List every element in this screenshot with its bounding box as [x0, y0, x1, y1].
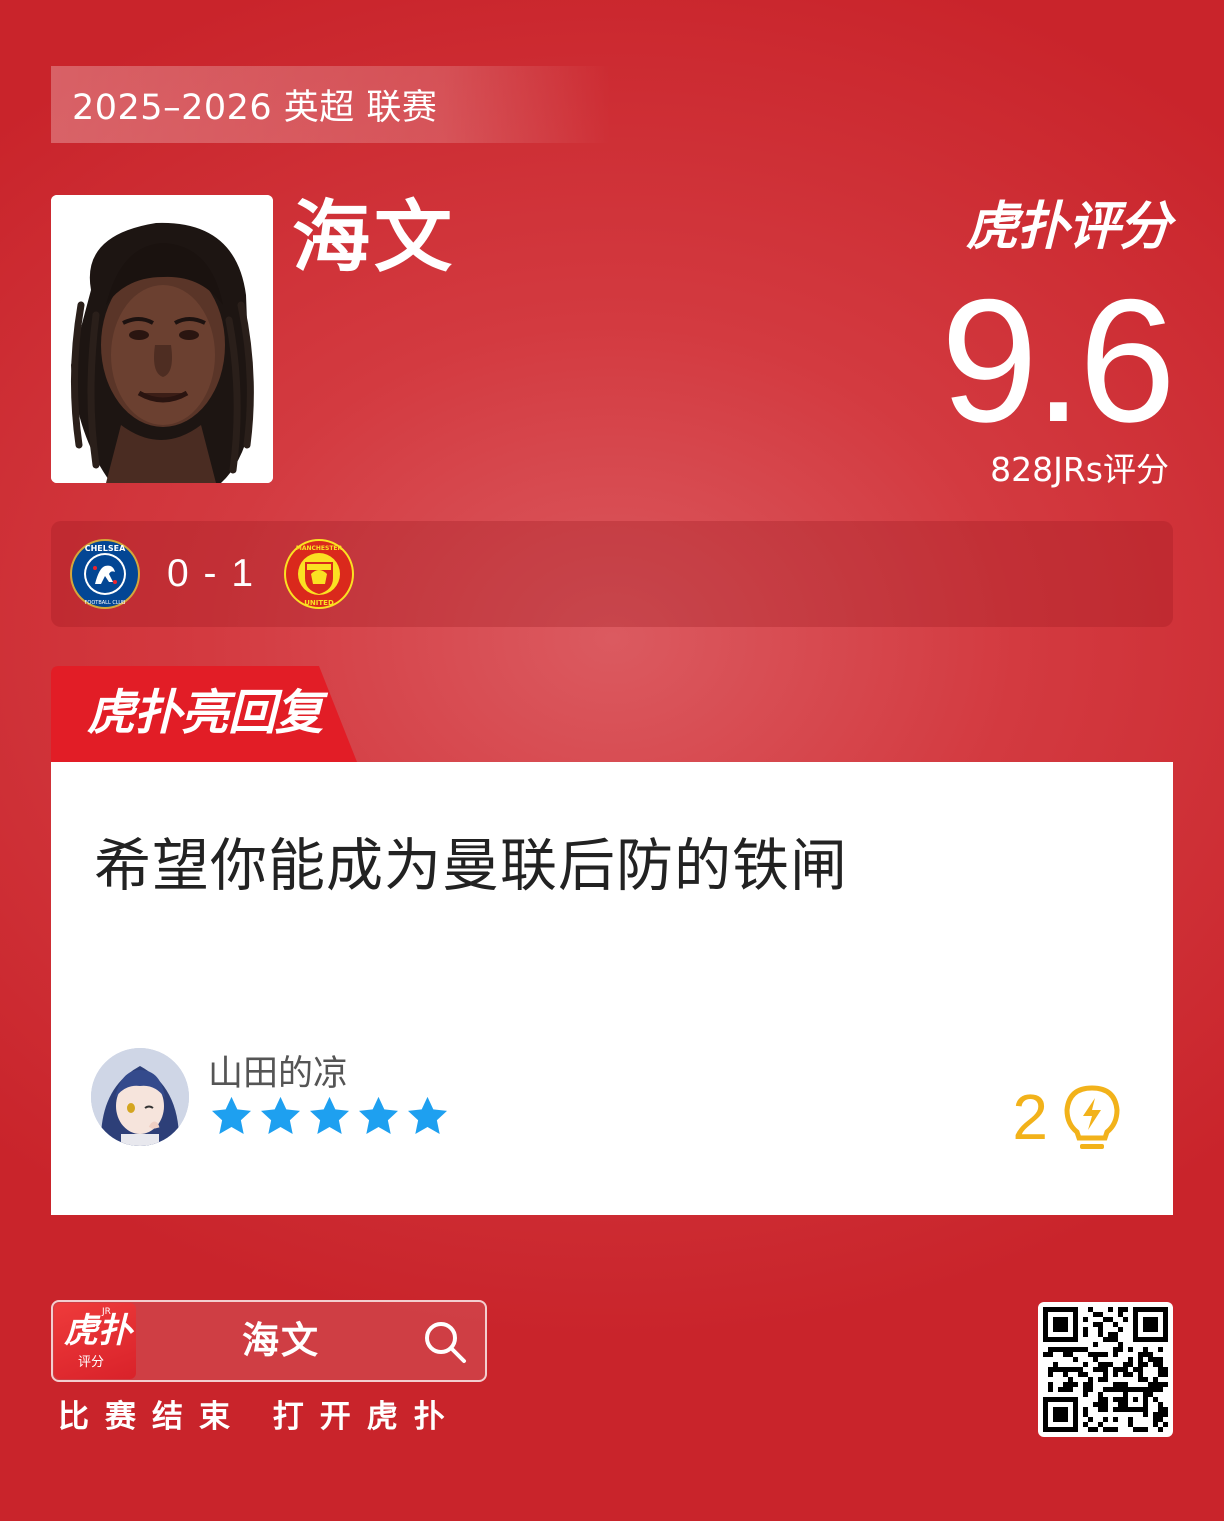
- chelsea-badge-icon: CHELSEA FOOTBALL CLUB: [70, 539, 140, 609]
- player-name: 海文: [292, 193, 457, 283]
- star-icon: [359, 1096, 398, 1134]
- username[interactable]: 山田的凉: [208, 1052, 348, 1096]
- hot-reply-label: 虎扑亮回复: [87, 685, 323, 741]
- search-icon[interactable]: [421, 1318, 469, 1366]
- match-result-bar[interactable]: CHELSEA FOOTBALL CLUB 0 - 1 MANCHESTER U…: [51, 521, 1173, 627]
- star-icon: [408, 1096, 447, 1134]
- app-icon-sub-text: 评分: [78, 1355, 105, 1370]
- mu-badge-text-top: MANCHESTER: [296, 545, 343, 552]
- hot-reply-tab: 虎扑亮回复: [51, 666, 357, 762]
- manchester-united-badge-icon: MANCHESTER UNITED: [284, 539, 355, 609]
- qr-code-icon: [1043, 1307, 1168, 1432]
- app-icon-mark: JR: [102, 1307, 111, 1317]
- player-portrait-icon: [51, 195, 273, 483]
- like-count: 2: [1012, 1081, 1048, 1153]
- star-icon: [310, 1096, 349, 1134]
- mu-badge-text-bottom: UNITED: [304, 599, 334, 607]
- league-label-text: 2025–2026 英超 联赛: [72, 88, 438, 128]
- anime-avatar-icon: [91, 1048, 189, 1146]
- hot-reply-card[interactable]: 希望你能成为曼联后防的铁闸 山田的凉 2: [51, 762, 1173, 1215]
- hupu-search-box[interactable]: 虎扑 JR 评分 海文: [51, 1300, 487, 1382]
- chelsea-badge-text-top: CHELSEA: [85, 544, 126, 553]
- qr-code: [1038, 1302, 1173, 1437]
- match-score: 0 - 1: [167, 552, 256, 595]
- search-query[interactable]: 海文: [242, 1316, 320, 1366]
- star-icon: [261, 1096, 300, 1134]
- player-photo: [51, 195, 273, 483]
- user-star-rating: [209, 1094, 450, 1139]
- hupu-rating-logo: 虎扑评分: [965, 196, 1171, 258]
- rating-score: 9.6: [940, 264, 1176, 459]
- rating-count: 828JRs评分: [990, 450, 1169, 489]
- league-season-label: 2025–2026 英超 联赛: [51, 66, 611, 143]
- open-app-prompt: 比赛结束 打开虎扑: [58, 1399, 461, 1435]
- hupu-app-icon[interactable]: 虎扑 JR 评分: [54, 1303, 136, 1379]
- app-icon-main-text: 虎扑: [64, 1311, 132, 1351]
- lightbulb-icon[interactable]: [1063, 1084, 1121, 1156]
- user-avatar[interactable]: [91, 1048, 189, 1146]
- reply-text: 希望你能成为曼联后防的铁闸: [94, 833, 848, 899]
- star-icon: [212, 1096, 251, 1134]
- chelsea-badge-text-bottom: FOOTBALL CLUB: [85, 600, 127, 606]
- brand-text: 虎扑评分: [965, 197, 1171, 257]
